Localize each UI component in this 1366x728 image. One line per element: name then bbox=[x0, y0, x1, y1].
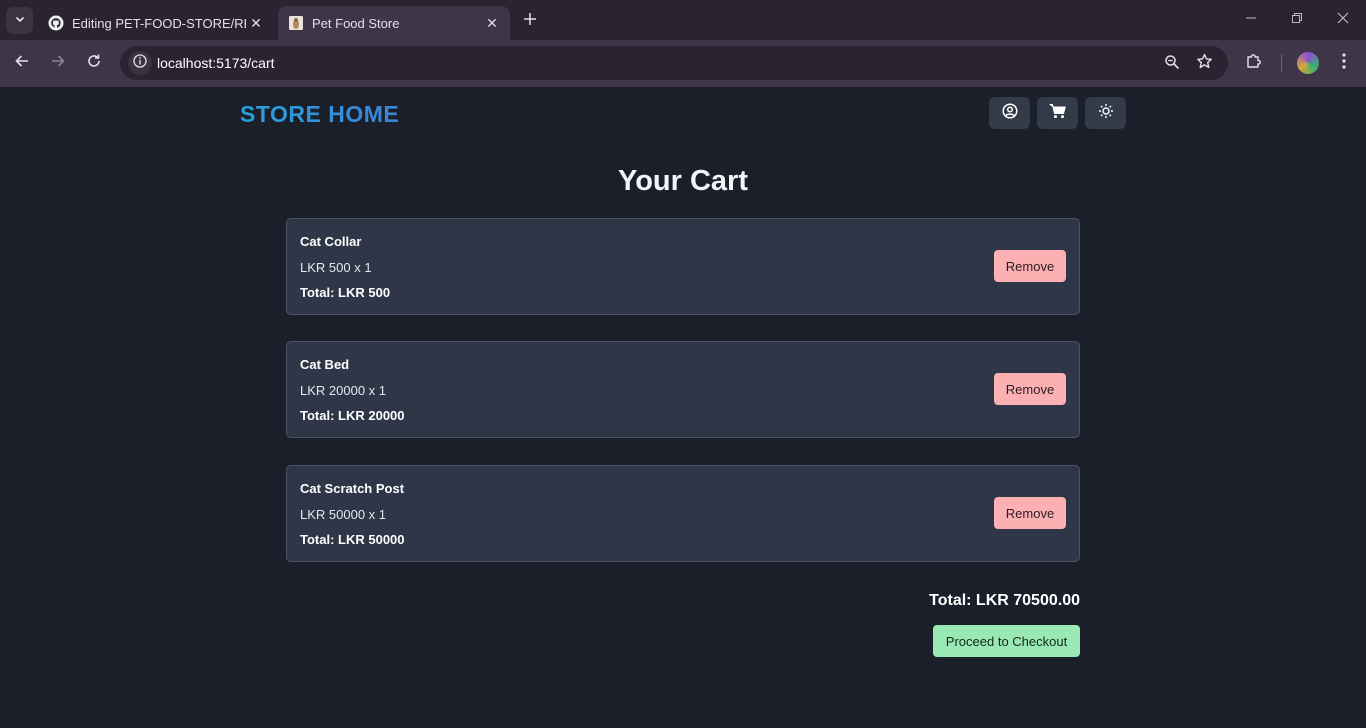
new-tab-button[interactable] bbox=[518, 9, 542, 33]
proceed-to-checkout-button[interactable]: Proceed to Checkout bbox=[933, 625, 1080, 657]
info-icon bbox=[133, 53, 147, 73]
item-name: Cat Collar bbox=[300, 234, 362, 249]
page-content: STORE HOME Your Cart Cat Collar LKR 500 … bbox=[0, 87, 1366, 728]
page-title: Your Cart bbox=[618, 165, 748, 197]
arrow-right-icon bbox=[50, 53, 66, 74]
browser-menu-button[interactable] bbox=[1332, 51, 1356, 75]
close-icon bbox=[1337, 11, 1349, 29]
reload-button[interactable] bbox=[81, 50, 107, 76]
restore-icon bbox=[1291, 11, 1303, 29]
address-bar[interactable]: localhost:5173/cart bbox=[120, 46, 1228, 80]
tab-pet-food-store[interactable]: Pet Food Store ✕ bbox=[278, 6, 510, 40]
cart-item: Cat Bed LKR 20000 x 1 Total: LKR 20000 R… bbox=[286, 341, 1080, 438]
bookmark-button[interactable] bbox=[1192, 52, 1216, 76]
forward-button[interactable] bbox=[45, 50, 71, 76]
theme-toggle-button[interactable] bbox=[1085, 97, 1126, 129]
account-button[interactable] bbox=[989, 97, 1030, 129]
cart-button[interactable] bbox=[1037, 97, 1078, 129]
cart-icon bbox=[1049, 103, 1067, 124]
remove-item-button[interactable]: Remove bbox=[994, 250, 1066, 282]
minimize-icon bbox=[1245, 11, 1257, 29]
minimize-button[interactable] bbox=[1239, 8, 1263, 32]
plus-icon bbox=[523, 12, 537, 31]
cart-item: Cat Scratch Post LKR 50000 x 1 Total: LK… bbox=[286, 465, 1080, 562]
site-info-button[interactable] bbox=[128, 51, 152, 75]
browser-toolbar: localhost:5173/cart bbox=[0, 40, 1366, 87]
browser-tab-bar: Editing PET-FOOD-STORE/README ✕ Pet Food… bbox=[0, 0, 1366, 40]
sun-icon bbox=[1098, 103, 1114, 124]
reload-icon bbox=[86, 53, 102, 74]
item-total: Total: LKR 50000 bbox=[300, 532, 405, 547]
item-price-quantity: LKR 500 x 1 bbox=[300, 260, 372, 275]
item-total: Total: LKR 500 bbox=[300, 285, 391, 300]
item-price-quantity: LKR 20000 x 1 bbox=[300, 383, 387, 398]
pet-store-favicon-icon bbox=[288, 15, 304, 31]
item-total: Total: LKR 20000 bbox=[300, 408, 405, 423]
toolbar-divider bbox=[1281, 54, 1282, 72]
star-icon bbox=[1196, 53, 1213, 75]
extensions-button[interactable] bbox=[1242, 51, 1266, 75]
item-name: Cat Scratch Post bbox=[300, 481, 405, 496]
github-icon bbox=[48, 15, 64, 31]
tab-editing-readme[interactable]: Editing PET-FOOD-STORE/README ✕ bbox=[38, 6, 274, 40]
zoom-button[interactable] bbox=[1160, 52, 1184, 76]
zoom-out-icon bbox=[1164, 54, 1180, 75]
puzzle-icon bbox=[1245, 52, 1263, 75]
remove-item-button[interactable]: Remove bbox=[994, 373, 1066, 405]
close-window-button[interactable] bbox=[1331, 8, 1355, 32]
store-home-link[interactable]: STORE HOME bbox=[240, 101, 399, 128]
cart-item: Cat Collar LKR 500 x 1 Total: LKR 500 Re… bbox=[286, 218, 1080, 315]
back-button[interactable] bbox=[9, 50, 35, 76]
arrow-left-icon bbox=[14, 53, 30, 74]
cart-grand-total: Total: LKR 70500.00 bbox=[929, 592, 1080, 609]
item-name: Cat Bed bbox=[300, 357, 350, 372]
close-tab-icon[interactable]: ✕ bbox=[246, 13, 266, 33]
chevron-down-icon bbox=[14, 12, 26, 30]
kebab-menu-icon bbox=[1342, 52, 1346, 74]
close-tab-icon[interactable]: ✕ bbox=[482, 13, 502, 33]
tab-title: Editing PET-FOOD-STORE/README bbox=[72, 15, 246, 31]
tab-search-button[interactable] bbox=[6, 7, 33, 34]
account-icon bbox=[1001, 102, 1018, 124]
url-text: localhost:5173/cart bbox=[157, 55, 275, 71]
remove-item-button[interactable]: Remove bbox=[994, 497, 1066, 529]
profile-avatar[interactable] bbox=[1297, 52, 1319, 74]
restore-button[interactable] bbox=[1285, 8, 1309, 32]
item-price-quantity: LKR 50000 x 1 bbox=[300, 507, 387, 522]
tab-title: Pet Food Store bbox=[312, 15, 400, 31]
